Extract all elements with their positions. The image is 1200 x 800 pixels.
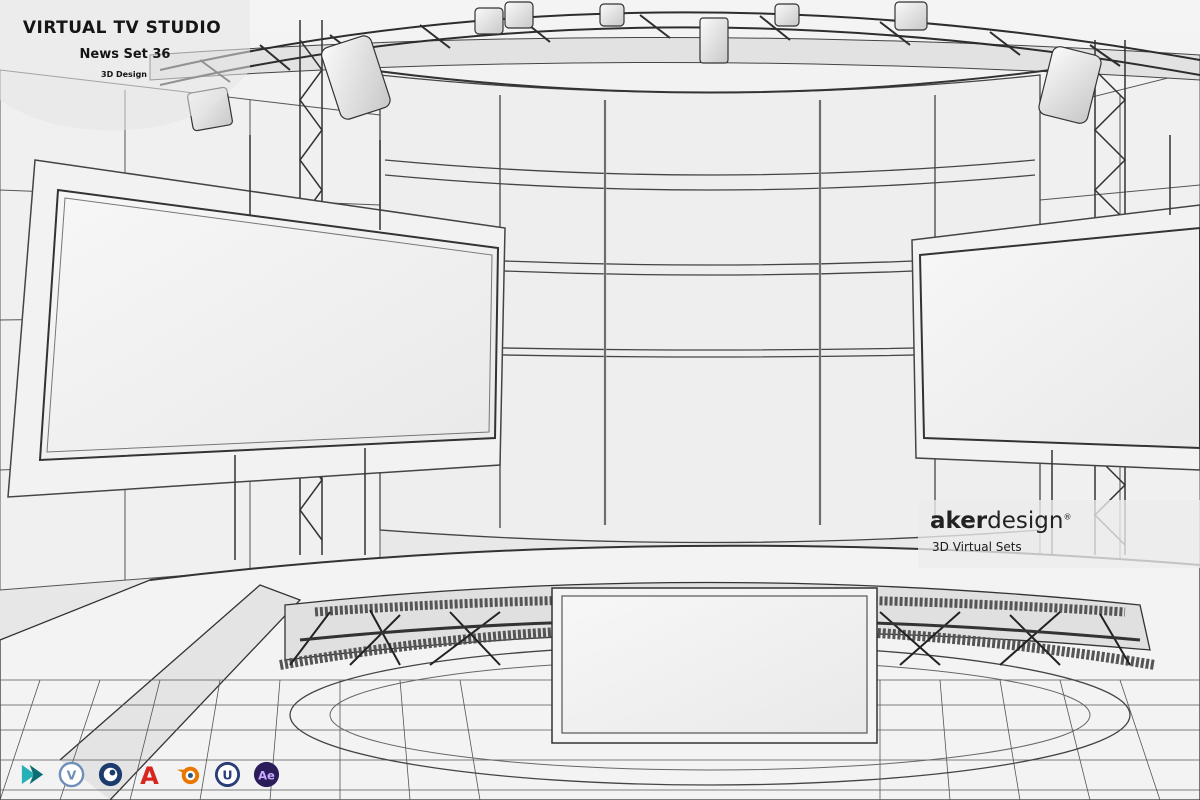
- right-video-screen: [911, 204, 1200, 471]
- blender-icon: [174, 760, 203, 789]
- unreal-engine-icon: U: [213, 760, 242, 789]
- unreal-glyph: U: [222, 767, 232, 782]
- studio-scene: [0, 0, 1200, 800]
- ceiling-light-5: [774, 3, 800, 27]
- title-block: VIRTUAL TV STUDIO News Set 36 3D Design: [22, 18, 222, 79]
- title-subtitle: News Set 36: [79, 47, 171, 62]
- software-icons: V A U Ae: [18, 760, 281, 790]
- brand-tagline: 3D Virtual Sets: [932, 540, 1022, 554]
- ceiling-light-6: [894, 1, 928, 31]
- ceiling-light-3: [599, 3, 625, 27]
- brand-logo: akerdesign® 3D Virtual Sets: [918, 500, 1200, 568]
- ceiling-light-1: [474, 7, 504, 35]
- brand-name: akerdesign®: [930, 508, 1071, 534]
- brand-name-bold: aker: [930, 508, 988, 534]
- brand-mark: ®: [1063, 512, 1072, 522]
- cinema4d-icon: [96, 760, 125, 789]
- ceiling-light-2: [504, 1, 534, 29]
- brand-name-light: design: [987, 508, 1064, 534]
- autocad-glyph: A: [140, 762, 159, 789]
- title-tag: 3D Design: [101, 70, 147, 79]
- vray-glyph: V: [67, 767, 77, 782]
- ceiling-light-4: [699, 17, 729, 64]
- center-desk-screen: [551, 587, 878, 744]
- studio-render: VIRTUAL TV STUDIO News Set 36 3D Design …: [0, 0, 1200, 800]
- vray-icon: V: [57, 760, 86, 789]
- autocad-icon: A: [135, 760, 164, 789]
- 3ds-max-icon: [18, 760, 47, 789]
- after-effects-icon: Ae: [252, 760, 281, 789]
- ae-glyph: Ae: [258, 768, 275, 782]
- title-main: VIRTUAL TV STUDIO: [22, 18, 222, 38]
